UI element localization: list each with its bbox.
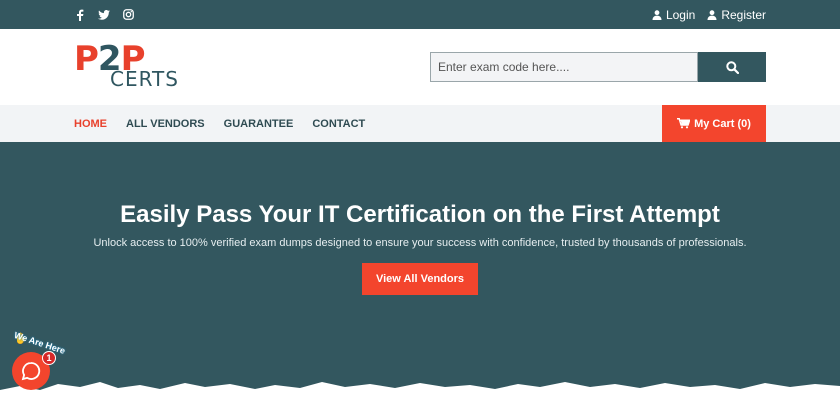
- register-label: Register: [721, 7, 766, 22]
- user-icon: [652, 9, 662, 20]
- instagram-icon[interactable]: [122, 9, 134, 21]
- chat-widget[interactable]: ✋ We Are Here 1: [6, 330, 70, 390]
- search-button[interactable]: [698, 52, 766, 82]
- torn-paper-divider: [0, 382, 840, 400]
- main-nav: HOME ALL VENDORS GUARANTEE CONTACT My Ca…: [0, 105, 840, 142]
- search-form: [430, 52, 766, 82]
- hero-subtitle: Unlock access to 100% verified exam dump…: [93, 237, 747, 249]
- twitter-icon[interactable]: [98, 9, 110, 21]
- nav-item-all-vendors[interactable]: ALL VENDORS: [126, 118, 205, 130]
- hero-section: Easily Pass Your IT Certification on the…: [0, 142, 840, 400]
- nav-links: HOME ALL VENDORS GUARANTEE CONTACT: [74, 105, 365, 142]
- search-icon: [725, 60, 739, 74]
- login-label: Login: [665, 7, 696, 22]
- nav-item-guarantee[interactable]: GUARANTEE: [224, 118, 294, 130]
- site-logo[interactable]: P2P CERTS: [74, 39, 184, 93]
- facebook-icon[interactable]: [74, 9, 86, 21]
- logo-text: CERTS: [110, 67, 179, 91]
- top-bar: Login Register: [0, 0, 840, 29]
- view-all-vendors-button[interactable]: View All Vendors: [362, 263, 478, 295]
- nav-item-home[interactable]: HOME: [74, 118, 107, 130]
- user-icon: [707, 9, 717, 20]
- register-link[interactable]: Register: [707, 8, 766, 22]
- site-header: P2P CERTS: [0, 29, 840, 105]
- login-link[interactable]: Login: [652, 8, 695, 22]
- notification-badge: 1: [42, 351, 56, 365]
- social-links: [74, 9, 134, 21]
- chat-icon: [21, 362, 41, 381]
- search-input[interactable]: [430, 52, 698, 82]
- auth-links: Login Register: [652, 8, 766, 22]
- shopping-cart-icon: [677, 118, 691, 129]
- nav-item-contact[interactable]: CONTACT: [312, 118, 365, 130]
- cart-label: My Cart (0): [694, 117, 751, 130]
- cart-button[interactable]: My Cart (0): [662, 105, 766, 142]
- hero-title: Easily Pass Your IT Certification on the…: [120, 201, 720, 228]
